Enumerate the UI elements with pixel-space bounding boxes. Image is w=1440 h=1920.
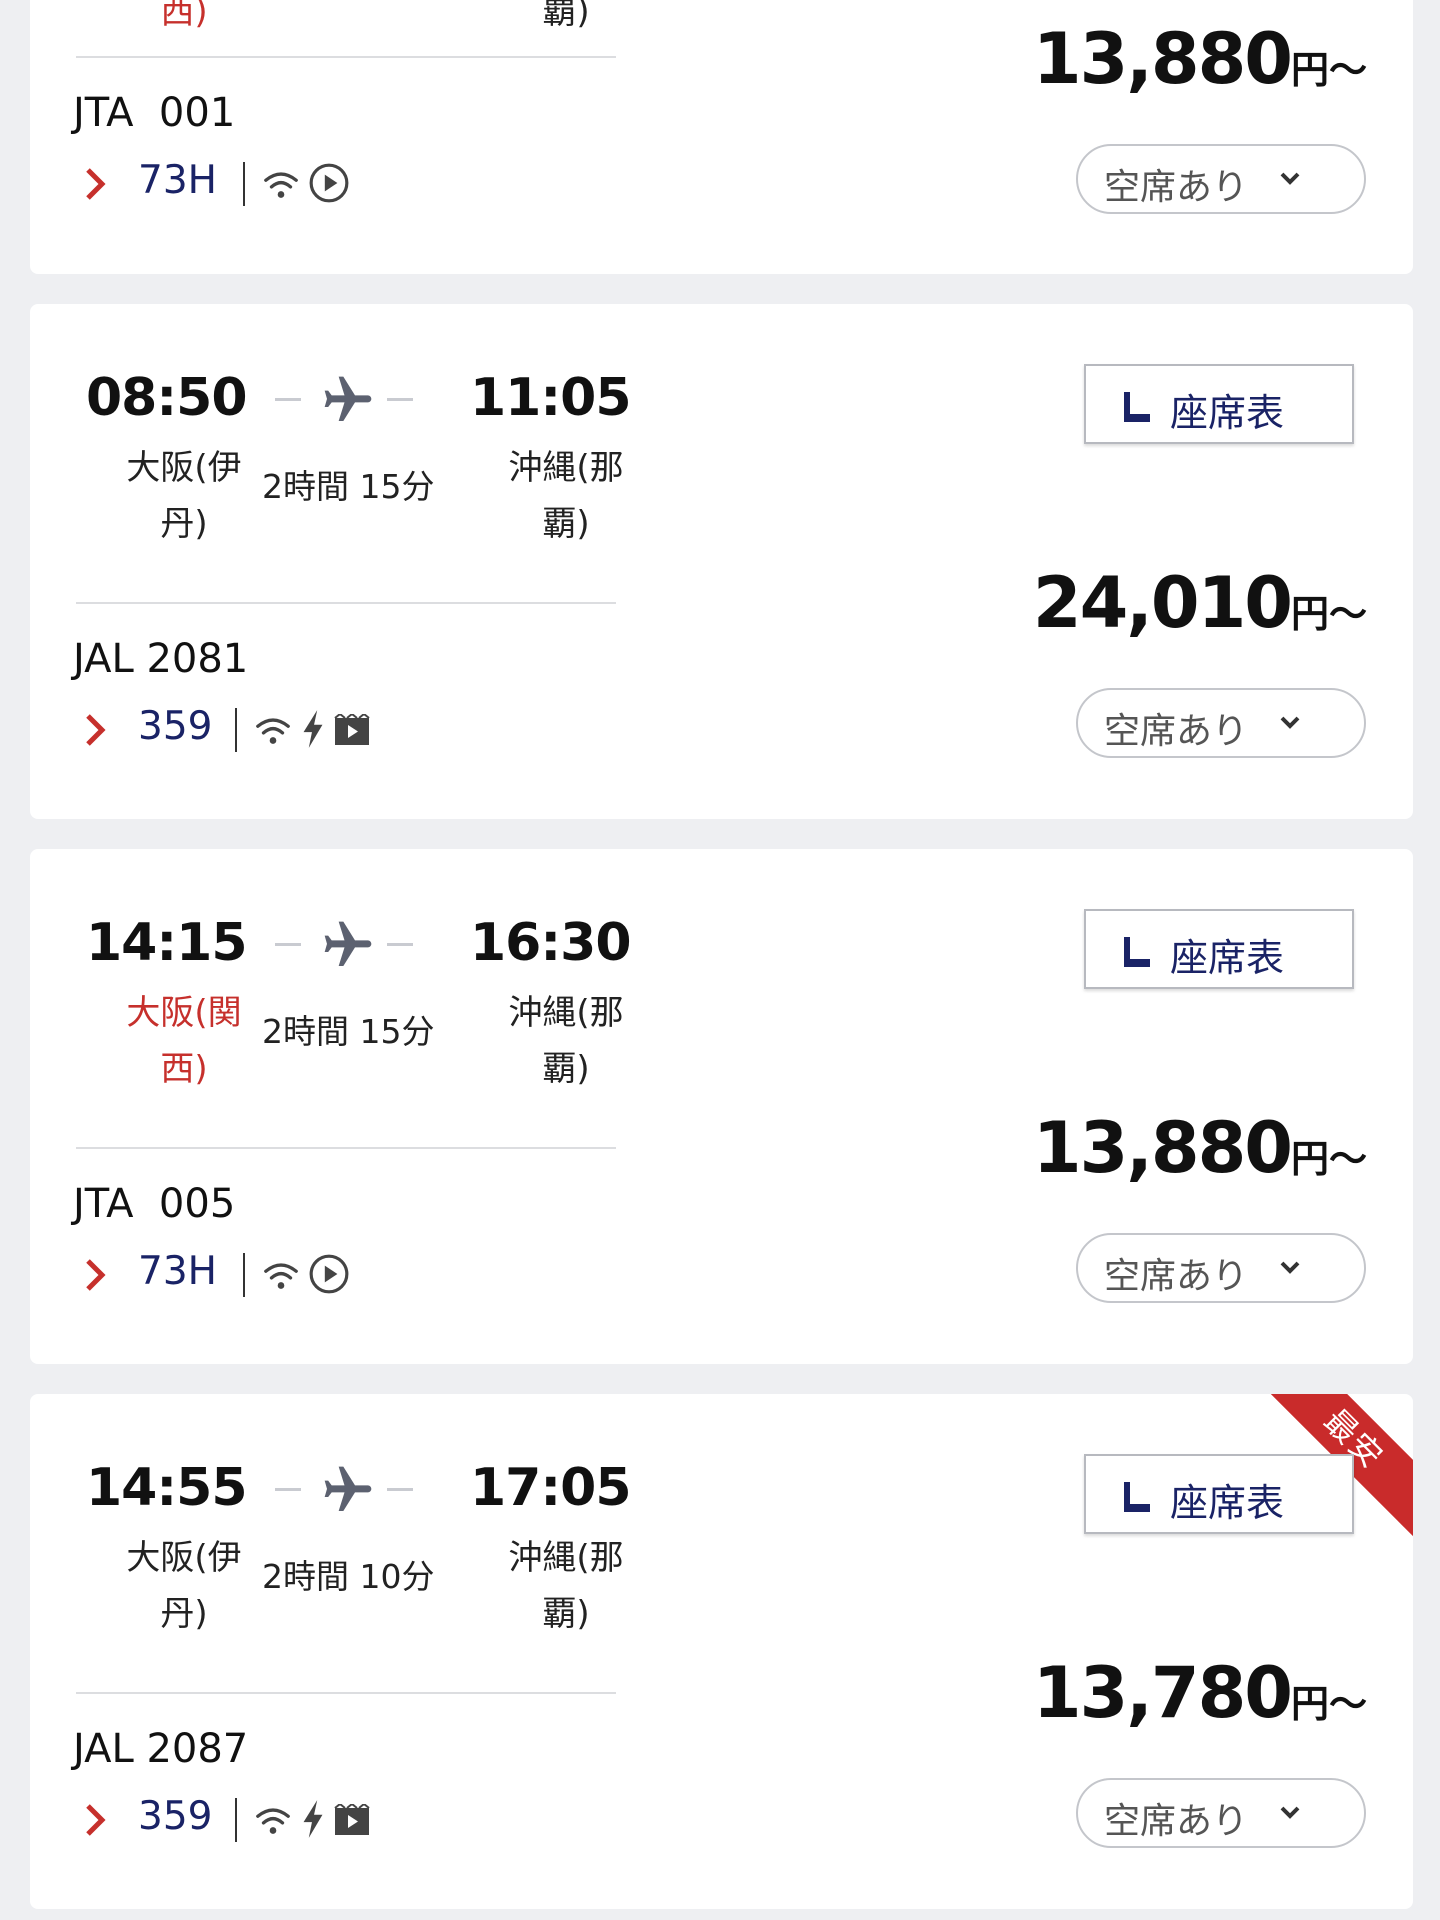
departure-time: 14:55: [86, 1458, 248, 1518]
availability-label: 空席あり: [1104, 167, 1249, 208]
price: 13,880円〜: [1033, 18, 1367, 100]
wifi-icon: [264, 172, 298, 198]
aircraft-type[interactable]: 359: [138, 1794, 212, 1839]
arrival-city: 沖縄(那覇): [508, 993, 624, 1089]
price: 24,010円〜: [1033, 562, 1367, 644]
flight-card[interactable]: 14:15 16:30 大阪(関西) 2時間 15分 沖縄(那覇) JTA 00…: [30, 849, 1413, 1364]
departure-time: 14:15: [86, 913, 248, 973]
seat-map-label: 座席表: [1170, 936, 1285, 980]
departure-city: 大阪(伊丹): [126, 1538, 242, 1634]
power-icon: [303, 1800, 323, 1838]
arrival-city: 沖縄(那覇): [508, 1538, 624, 1634]
divider: [235, 708, 237, 752]
departure-time: 08:50: [86, 368, 248, 428]
flight-duration: 2時間 15分: [262, 467, 435, 506]
price-unit: 円〜: [1290, 48, 1367, 92]
availability-label: 空席あり: [1104, 1801, 1249, 1842]
price-unit: 円〜: [1290, 1682, 1367, 1726]
seat-icon: [1124, 937, 1150, 967]
divider: [76, 56, 616, 58]
departure-city: 西): [160, 0, 208, 32]
availability-dropdown[interactable]: 空席あり: [1076, 1233, 1366, 1303]
price: 13,880円〜: [1033, 1107, 1367, 1189]
chevron-down-icon: [1280, 716, 1300, 729]
divider: [76, 1147, 616, 1149]
divider: [243, 1253, 245, 1297]
flight-duration: 2時間 15分: [262, 1012, 435, 1051]
price-unit: 円〜: [1290, 592, 1367, 636]
arrival-time: 11:05: [470, 368, 632, 428]
wifi-icon: [256, 718, 290, 744]
divider: [76, 602, 616, 604]
chevron-right-icon[interactable]: [80, 1800, 110, 1840]
arrival-city: 沖縄(那覇): [508, 448, 624, 544]
seat-map-button[interactable]: 座席表: [1084, 364, 1354, 444]
play-icon: [309, 1254, 349, 1294]
chevron-down-icon: [1280, 1806, 1300, 1819]
seat-map-label: 座席表: [1170, 391, 1285, 435]
arrival-time: 17:05: [470, 1458, 632, 1518]
route-line: [387, 943, 413, 946]
availability-dropdown[interactable]: 空席あり: [1076, 688, 1366, 758]
route-line: [275, 943, 301, 946]
arrival-city: 覇): [542, 0, 590, 32]
route-line: [387, 398, 413, 401]
seat-icon: [1124, 392, 1150, 422]
seat-map-button[interactable]: 座席表: [1084, 909, 1354, 989]
flight-card[interactable]: 08:50 11:05 大阪(伊丹) 2時間 15分 沖縄(那覇) JAL 20…: [30, 304, 1413, 819]
airplane-icon: [324, 921, 372, 966]
play-icon: [309, 163, 349, 203]
availability-label: 空席あり: [1104, 711, 1249, 752]
chevron-right-icon[interactable]: [80, 710, 110, 750]
price-amount: 13,780: [1032, 1652, 1293, 1734]
video-icon: [334, 1804, 370, 1835]
flight-number: JAL 2081: [73, 636, 249, 682]
availability-dropdown[interactable]: 空席あり: [1076, 1778, 1366, 1848]
airplane-icon: [324, 376, 372, 421]
departure-city: 大阪(伊丹): [126, 448, 242, 544]
seat-icon: [1124, 1482, 1150, 1512]
chevron-down-icon: [1280, 172, 1300, 185]
aircraft-type[interactable]: 73H: [138, 158, 217, 203]
price-amount: 13,880: [1032, 1107, 1293, 1189]
airplane-icon: [324, 1466, 372, 1511]
route-line: [387, 1488, 413, 1491]
divider: [76, 1692, 616, 1694]
flight-number: JTA 005: [73, 1181, 236, 1227]
divider: [235, 1798, 237, 1842]
availability-label: 空席あり: [1104, 1256, 1249, 1297]
seat-map-button[interactable]: 座席表: [1084, 1454, 1354, 1534]
availability-dropdown[interactable]: 空席あり: [1076, 144, 1366, 214]
price: 13,780円〜: [1033, 1652, 1367, 1734]
flight-number: JTA 001: [73, 90, 236, 136]
price-amount: 13,880: [1032, 18, 1293, 100]
video-icon: [334, 714, 370, 745]
departure-city: 大阪(関西): [126, 993, 242, 1089]
flight-card[interactable]: 最安 14:55 17:05 大阪(伊丹) 2時間 10分 沖縄(那覇) JAL…: [30, 1394, 1413, 1909]
divider: [243, 162, 245, 206]
price-amount: 24,010: [1032, 562, 1293, 644]
flight-number: JAL 2087: [73, 1726, 249, 1772]
chevron-right-icon[interactable]: [80, 164, 110, 204]
seat-map-label: 座席表: [1170, 1481, 1285, 1525]
chevron-right-icon[interactable]: [80, 1255, 110, 1295]
price-unit: 円〜: [1290, 1137, 1367, 1181]
flight-duration: 2時間 10分: [262, 1557, 435, 1596]
flight-card[interactable]: 西) 覇) JTA 001 73H 13,880円〜 空席あり: [30, 0, 1413, 274]
route-line: [275, 1488, 301, 1491]
wifi-icon: [256, 1808, 290, 1834]
aircraft-type[interactable]: 73H: [138, 1249, 217, 1294]
route-line: [275, 398, 301, 401]
arrival-time: 16:30: [470, 913, 632, 973]
power-icon: [303, 710, 323, 748]
wifi-icon: [264, 1263, 298, 1289]
aircraft-type[interactable]: 359: [138, 704, 212, 749]
chevron-down-icon: [1280, 1261, 1300, 1274]
